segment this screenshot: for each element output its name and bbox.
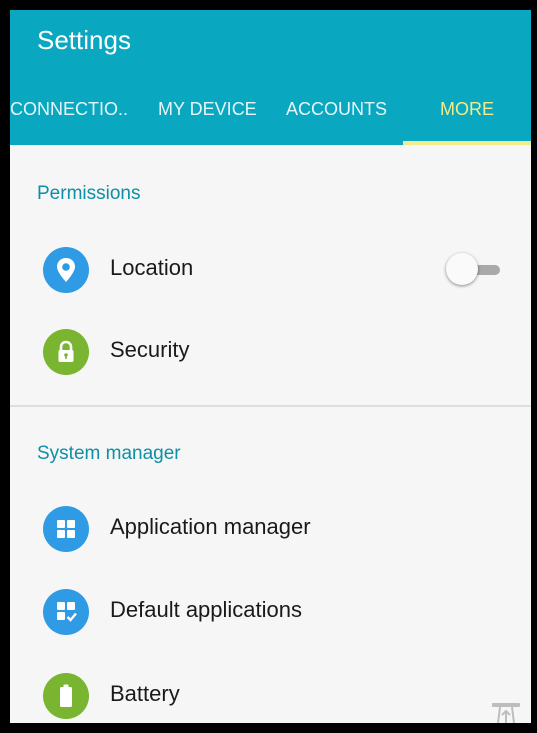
settings-item-default-applications[interactable]: Default applications: [10, 570, 531, 650]
grid-icon: [43, 506, 89, 552]
settings-item-label: Default applications: [110, 597, 303, 622]
tab-bar: CONNECTIO.. MY DEVICE ACCOUNTS MORE: [10, 88, 531, 145]
toggle-thumb: [446, 253, 478, 285]
settings-item-security[interactable]: Security: [10, 310, 531, 390]
location-pin-icon: [43, 247, 89, 293]
page-title: Settings: [37, 25, 131, 55]
settings-item-label: Security: [110, 337, 190, 362]
tab-accounts[interactable]: ACCOUNTS: [286, 88, 387, 145]
app-bar: Settings CONNECTIO.. MY DEVICE ACCOUNTS …: [10, 10, 531, 145]
settings-item-label: Location: [110, 255, 194, 280]
tab-more[interactable]: MORE: [440, 88, 494, 145]
section-divider: [10, 405, 531, 407]
settings-item-location[interactable]: Location: [10, 228, 531, 308]
section-header-system-manager: System manager: [37, 443, 181, 464]
scroll-to-top-icon[interactable]: [488, 700, 524, 723]
tab-active-indicator: [403, 141, 531, 145]
settings-item-label: Application manager: [110, 514, 311, 539]
settings-item-label: Battery: [110, 681, 180, 706]
lock-icon: [43, 329, 89, 375]
grid-check-icon: [43, 589, 89, 635]
tab-my-device[interactable]: MY DEVICE: [158, 88, 257, 145]
battery-icon: [43, 673, 89, 719]
settings-item-application-manager[interactable]: Application manager: [10, 487, 531, 567]
settings-screen: Settings CONNECTIO.. MY DEVICE ACCOUNTS …: [10, 10, 531, 723]
settings-item-battery[interactable]: Battery: [10, 654, 531, 723]
tab-connections[interactable]: CONNECTIO..: [10, 88, 128, 145]
location-toggle[interactable]: [446, 252, 502, 288]
section-header-permissions: Permissions: [37, 183, 141, 204]
